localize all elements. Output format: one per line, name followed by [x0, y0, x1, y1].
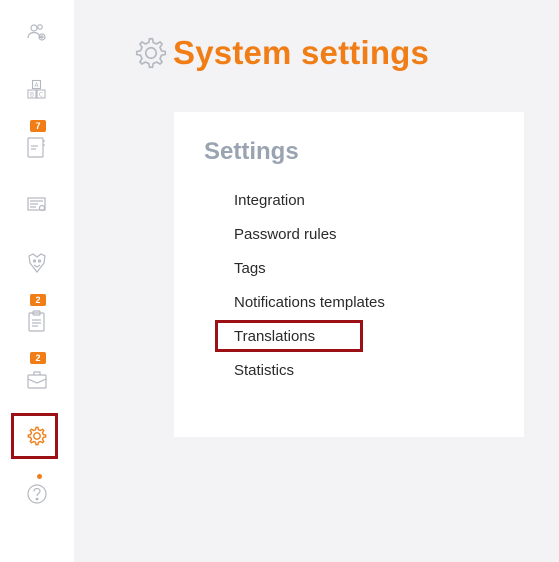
gear-icon	[135, 37, 167, 69]
shield-emblem-icon	[28, 253, 46, 273]
notification-badge: 2	[30, 294, 46, 306]
settings-link-notifications-templates[interactable]: Notifications templates	[234, 294, 385, 311]
sidebar-item-security[interactable]	[0, 238, 74, 288]
notification-dot	[37, 474, 42, 479]
settings-link-translations[interactable]: Translations	[234, 328, 315, 345]
svg-text:A: A	[34, 82, 39, 89]
monitor-card-icon	[27, 197, 46, 212]
help-icon	[27, 484, 47, 504]
sidebar-item-dictionary[interactable]: A B C	[0, 65, 74, 115]
notification-badge: 7	[30, 120, 46, 132]
clipboard-icon	[28, 310, 45, 332]
users-settings-icon	[27, 24, 46, 41]
selection-highlight	[11, 413, 58, 459]
svg-text:C: C	[39, 92, 43, 99]
sidebar-item-help[interactable]	[0, 469, 74, 519]
sidebar-item-users[interactable]	[0, 8, 74, 58]
briefcase-icon	[27, 371, 47, 389]
page-header: System settings	[133, 34, 429, 72]
settings-link-tags[interactable]: Tags	[234, 260, 266, 277]
settings-card-title: Settings	[204, 138, 299, 165]
sidebar-item-cases[interactable]: 2	[0, 352, 74, 404]
svg-text:B: B	[30, 92, 34, 99]
settings-card: Settings Integration Password rules Tags…	[174, 112, 524, 437]
settings-link-integration[interactable]: Integration	[234, 192, 305, 209]
sidebar-item-tasks[interactable]: 2	[0, 294, 74, 346]
settings-link-password-rules[interactable]: Password rules	[234, 226, 337, 243]
settings-link-statistics[interactable]: Statistics	[234, 362, 294, 379]
page-title: System settings	[173, 34, 430, 71]
alphabet-blocks-icon: A B C	[27, 79, 46, 99]
sidebar: A B C 7 2 2	[0, 0, 74, 562]
notification-badge: 2	[30, 352, 46, 364]
sidebar-item-documents[interactable]: 7	[0, 120, 74, 172]
sidebar-item-reports[interactable]	[0, 180, 74, 230]
notebook-icon	[27, 137, 45, 158]
